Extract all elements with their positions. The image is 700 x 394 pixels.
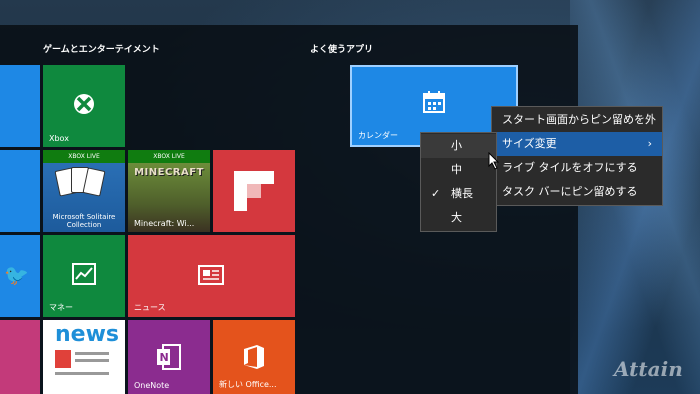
tile-news[interactable]: ニュース [128,235,295,317]
chevron-right-icon: › [647,137,652,150]
tile-minecraft-label: Minecraft: Wi... [134,219,195,228]
tile-xbox-label: Xbox [49,134,69,143]
size-option-large[interactable]: 大 [421,206,496,230]
size-option-medium[interactable]: 中 [421,158,496,182]
tile-partial-game[interactable] [0,320,40,394]
tile-onenote[interactable]: N OneNote [128,320,210,394]
tile-flipboard[interactable] [213,150,295,232]
tile-onenote-label: OneNote [134,381,170,390]
menu-item-live-tile-off[interactable]: ライブ タイルをオフにする [492,156,662,180]
tile-partial-1[interactable] [0,65,40,147]
svg-text:N: N [160,351,169,364]
tile-news-app[interactable]: news [43,320,125,394]
tile-minecraft[interactable]: XBOX LIVE MINECRAFT Minecraft: Wi... [128,150,210,232]
group-title-games: ゲームとエンターテイメント [43,45,160,55]
tile-money[interactable]: マネー [43,235,125,317]
menu-item-unpin[interactable]: スタート画面からピン留めを外す [492,108,662,150]
tile-solitaire-label: Microsoft Solitaire Collection [52,213,116,229]
menu-item-resize[interactable]: サイズ変更 › [492,132,662,156]
attain-watermark: Attain [614,357,683,381]
tile-partial-2[interactable] [0,150,40,232]
size-submenu: 小 中 ✓ 横長 大 [420,132,497,232]
onenote-icon: N [157,344,181,370]
tile-office[interactable]: 新しい Office... [213,320,295,394]
size-option-wide-label: 横長 [451,187,473,200]
xbox-live-badge: XBOX LIVE [43,150,125,163]
tile-solitaire[interactable]: XBOX LIVE Microsoft Solitaire Collection [43,150,125,232]
office-icon [244,345,264,369]
xbox-live-badge: XBOX LIVE [128,150,210,163]
size-option-wide[interactable]: ✓ 横長 [421,182,496,206]
news-icon [198,265,224,285]
checkmark-icon: ✓ [431,187,441,200]
group-title-frequent: よく使うアプリ [310,45,374,55]
tile-xbox[interactable]: Xbox [43,65,125,147]
tile-office-label: 新しい Office... [219,380,277,389]
xbox-icon [74,94,94,114]
tile-calendar-label: カレンダー [358,131,398,140]
calendar-icon [423,91,445,113]
tile-context-menu: スタート画面からピン留めを外す サイズ変更 › ライブ タイルをオフにする タス… [491,106,663,206]
twitter-icon: 🐦 [4,263,29,287]
flipboard-icon [234,171,274,211]
tile-partial-twitter[interactable]: 🐦 [0,235,40,317]
chart-icon [72,263,96,285]
menu-item-pin-taskbar[interactable]: タスク バーにピン留めする [492,180,662,204]
mouse-cursor-icon [488,152,500,170]
minecraft-logo: MINECRAFT [134,167,204,178]
menu-item-resize-label: サイズ変更 [502,137,557,150]
news-app-logo: news [55,322,120,347]
tile-news-label: ニュース [134,303,166,312]
tile-money-label: マネー [49,303,73,312]
size-option-small[interactable]: 小 [421,134,496,158]
